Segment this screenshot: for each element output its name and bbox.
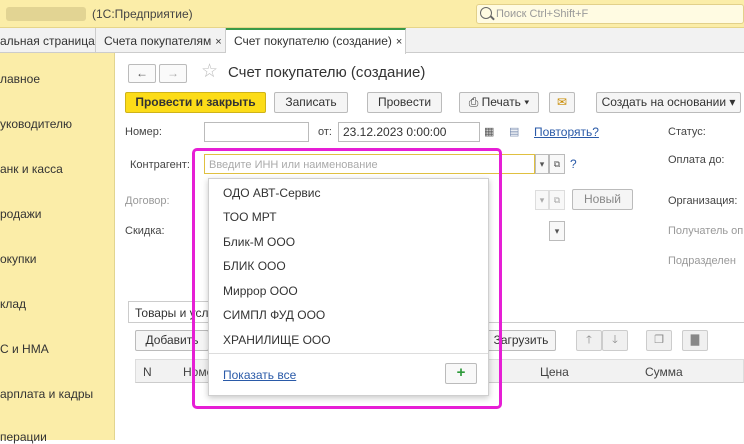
contract-dropdown-button[interactable]: ▾ bbox=[535, 190, 549, 210]
contract-label: Договор: bbox=[125, 195, 170, 207]
arrow-down-icon: 🡓 bbox=[612, 334, 618, 346]
recipient-label: Получатель оп bbox=[668, 225, 744, 237]
move-down-button[interactable]: 🡓 bbox=[602, 330, 628, 351]
close-icon[interactable]: × bbox=[215, 36, 221, 48]
contractor-dropdown-button[interactable]: ▾ bbox=[535, 154, 549, 174]
copy-button[interactable]: ❐ bbox=[646, 330, 672, 351]
chevron-down-icon: ▾ bbox=[539, 195, 545, 205]
tab-label: альная страница bbox=[0, 34, 95, 48]
form-title: Счет покупателю (создание) bbox=[228, 64, 426, 81]
chevron-down-icon: ▾ bbox=[554, 226, 560, 236]
contractor-label: Контрагент: bbox=[130, 159, 190, 171]
global-search[interactable]: Поиск Ctrl+Shift+F bbox=[476, 4, 744, 24]
department-label: Подразделен bbox=[668, 255, 736, 267]
envelope-icon: ✉ bbox=[556, 95, 568, 109]
open-icon: ⧉ bbox=[553, 159, 561, 169]
status-label: Статус: bbox=[668, 126, 706, 138]
tab-label: Счета покупателям bbox=[104, 34, 212, 48]
create-based-label: Создать на основании bbox=[601, 95, 727, 109]
post-button[interactable]: Провести bbox=[367, 92, 442, 113]
copy-icon: ❐ bbox=[654, 334, 664, 346]
back-button[interactable]: ← bbox=[128, 64, 156, 83]
arrow-up-icon: 🡑 bbox=[586, 334, 592, 346]
app-name-blurred bbox=[6, 7, 86, 21]
title-bar: (1С:Предприятие) Поиск Ctrl+Shift+F bbox=[0, 0, 744, 28]
repeat-icon: ▤ bbox=[509, 126, 520, 138]
contract-open-button[interactable]: ⧉ bbox=[549, 190, 565, 210]
favorite-star-icon[interactable]: ☆ bbox=[201, 60, 218, 83]
new-contract-button[interactable]: Новый bbox=[572, 189, 633, 210]
open-tabs-bar: альная страница Счета покупателям × Счет … bbox=[0, 28, 744, 54]
chevron-down-icon: ▾ bbox=[539, 159, 545, 169]
create-based-on-button[interactable]: Создать на основании ▾ bbox=[596, 92, 741, 113]
email-button[interactable]: ✉ bbox=[549, 92, 575, 113]
highlight-frame bbox=[192, 148, 502, 409]
repeat-link[interactable]: Повторять? bbox=[534, 125, 599, 139]
discount-dropdown-button[interactable]: ▾ bbox=[549, 221, 565, 241]
sections-sidebar: лавное уководителю анк и касса родажи ок… bbox=[0, 53, 115, 444]
col-price: Цена bbox=[540, 365, 569, 379]
sidebar-item-bank[interactable]: анк и касса bbox=[0, 162, 63, 176]
search-icon bbox=[480, 7, 492, 19]
payment-until-label: Оплата до: bbox=[668, 154, 725, 166]
calendar-icon[interactable]: ▦ bbox=[484, 125, 494, 138]
move-up-button[interactable]: 🡑 bbox=[576, 330, 602, 351]
discount-label: Скидка: bbox=[125, 225, 165, 237]
print-label: Печать bbox=[481, 95, 521, 109]
organization-label: Организация: bbox=[668, 195, 738, 207]
tab-label: Счет покупателю (создание) bbox=[234, 34, 392, 48]
paste-button[interactable]: ▇ bbox=[682, 330, 708, 351]
print-button[interactable]: ⎙ Печать ▾ bbox=[459, 92, 539, 113]
sidebar-item-assets[interactable]: С и НМА bbox=[0, 342, 49, 356]
number-label: Номер: bbox=[125, 126, 162, 138]
open-icon: ⧉ bbox=[553, 195, 561, 205]
tab-home[interactable]: альная страница bbox=[0, 28, 96, 53]
sidebar-item-sales[interactable]: родажи bbox=[0, 207, 42, 221]
printer-icon: ⎙ bbox=[468, 95, 482, 109]
save-button[interactable]: Записать bbox=[274, 92, 348, 113]
tab-invoice-create[interactable]: Счет покупателю (создание) × bbox=[226, 28, 406, 54]
sidebar-item-purchases[interactable]: окупки bbox=[0, 252, 37, 266]
sidebar-item-main[interactable]: лавное bbox=[0, 72, 40, 86]
sidebar-item-warehouse[interactable]: клад bbox=[0, 297, 26, 311]
contractor-open-button[interactable]: ⧉ bbox=[549, 154, 565, 174]
date-field[interactable]: 23.12.2023 0:00:00 bbox=[338, 122, 480, 142]
forward-button[interactable]: → bbox=[159, 64, 187, 83]
chevron-down-icon: ▾ bbox=[520, 95, 530, 109]
close-icon[interactable]: × bbox=[396, 36, 402, 48]
paste-icon: ▇ bbox=[690, 334, 700, 346]
sidebar-item-operations[interactable]: перации bbox=[0, 430, 47, 444]
post-and-close-button[interactable]: Провести и закрыть bbox=[125, 92, 266, 113]
col-n: N bbox=[143, 365, 152, 379]
tab-invoices[interactable]: Счета покупателям × bbox=[96, 28, 226, 53]
date-from-label: от: bbox=[318, 126, 332, 138]
help-icon[interactable]: ? bbox=[570, 157, 577, 171]
sidebar-item-manager[interactable]: уководителю bbox=[0, 117, 72, 131]
number-field[interactable] bbox=[204, 122, 309, 142]
col-sum: Сумма bbox=[645, 365, 683, 379]
app-title: (1С:Предприятие) bbox=[92, 7, 193, 21]
sidebar-item-salary[interactable]: арплата и кадры bbox=[0, 387, 93, 401]
chevron-down-icon: ▾ bbox=[726, 95, 736, 109]
search-placeholder: Поиск Ctrl+Shift+F bbox=[496, 8, 589, 20]
